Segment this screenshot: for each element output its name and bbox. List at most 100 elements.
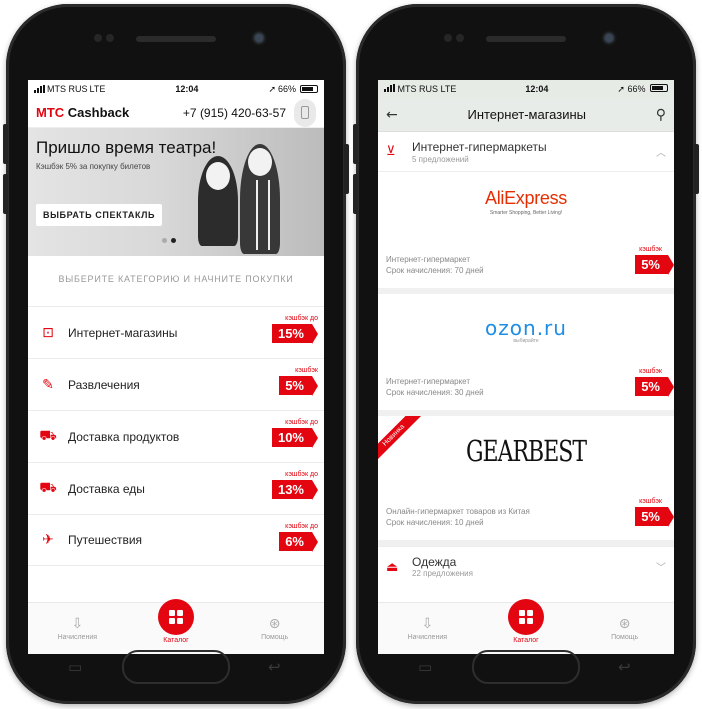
category-row-entertainment[interactable]: ✎ Развлечения кэшбэк 5% <box>28 358 324 410</box>
cashback-label: кэшбэк до <box>285 471 318 478</box>
tab-help[interactable]: ⊛ Помощь <box>235 616 315 641</box>
cashback-value: 5% <box>635 377 674 397</box>
store-info: Интернет-гипермаркет Срок начисления: 70… <box>386 254 484 276</box>
cashback-badge: кэшбэк до 10% <box>271 419 319 448</box>
section-text: Интернет-гипермаркеты 5 предложений <box>412 140 656 164</box>
back-icon[interactable]: ↩ <box>618 660 631 675</box>
tab-accruals[interactable]: ⇩ Начисления <box>37 616 117 641</box>
home-button[interactable] <box>472 650 580 684</box>
category-row-grocery-delivery[interactable]: ⛟ Доставка продуктов кэшбэк до 10% <box>28 410 324 462</box>
store-info: Интернет-гипермаркет Срок начисления: 30… <box>386 376 484 398</box>
location-icon: ➚ <box>617 83 625 94</box>
carrier: MTS RUS <box>47 84 88 94</box>
chevron-up-icon[interactable]: ︿ <box>656 144 666 159</box>
carousel-dots[interactable] <box>162 238 176 243</box>
cashback-value: 5% <box>279 376 318 396</box>
search-icon[interactable]: ⚲ <box>656 107 666 123</box>
battery-icon <box>650 83 668 92</box>
cashback-label: кэшбэк до <box>285 315 318 322</box>
section-text: Одежда 22 предложения <box>412 555 656 578</box>
store-type: Интернет-гипермаркет <box>386 377 471 386</box>
choose-show-button[interactable]: ВЫБРАТЬ СПЕКТАКЛЬ <box>36 204 163 226</box>
cashback-label: кэшбэк <box>639 246 662 253</box>
volume-button <box>3 174 8 214</box>
store-card-ozon[interactable]: ozon.ru выбирайте Интернет-гипермаркет С… <box>378 294 674 416</box>
basket-icon: ⊡ <box>42 324 54 341</box>
page-title: Интернет-магазины <box>467 107 586 122</box>
power-button <box>694 144 699 194</box>
back-arrow-icon[interactable]: ← <box>386 107 398 123</box>
network: LTE <box>89 84 106 94</box>
recent-apps-icon[interactable]: ▭ <box>68 660 82 675</box>
volume-button <box>353 124 358 164</box>
speaker-grille <box>486 36 566 42</box>
cashback-badge: кэшбэк 5% <box>635 368 674 397</box>
brand-name: Cashback <box>67 105 130 120</box>
gearbest-logo: GEARBEST <box>465 436 587 469</box>
location-icon: ➚ <box>268 83 276 94</box>
cashback-value: 5% <box>635 255 674 275</box>
cashback-label: кэшбэк до <box>285 419 318 426</box>
banner-face <box>248 148 272 176</box>
tab-label: Каталог <box>513 637 539 644</box>
hardware-bar: ▭ ↩ <box>6 646 346 686</box>
store-term: Срок начисления: 10 дней <box>386 518 484 527</box>
account-phone: +7 (915) 420-63-57 <box>183 98 316 127</box>
status-bar: MTS RUS LTE 12:04 ➚ 66% <box>28 80 324 98</box>
tab-catalog[interactable]: Каталог <box>486 599 566 644</box>
clock: 12:04 <box>525 84 549 94</box>
home-button[interactable] <box>122 650 230 684</box>
app-header: ← Интернет-магазины ⚲ <box>378 98 674 132</box>
section-name: Интернет-гипермаркеты <box>412 139 547 154</box>
banner-face <box>206 162 230 190</box>
store-card-gearbest[interactable]: Новинка GEARBEST Онлайн-гипермаркет това… <box>378 416 674 546</box>
truck-icon: ⛟ <box>39 479 57 496</box>
tab-accruals[interactable]: ⇩ Начисления <box>387 616 467 641</box>
sensor-dot <box>444 34 452 42</box>
cashback-badge: кэшбэк до 6% <box>279 523 318 552</box>
sensor-dot <box>94 34 102 42</box>
ozon-logo: ozon.ru <box>485 316 567 340</box>
lifebuoy-icon: ⊛ <box>268 616 281 632</box>
logo-tagline: Smarter Shopping, Better Living! <box>489 210 563 216</box>
category-row-travel[interactable]: ✈ Путешествия кэшбэк до 6% <box>28 514 324 566</box>
right-screen: MTS RUS LTE 12:04 ➚ 66% ← Интернет-магаз… <box>378 80 674 654</box>
battery-group: ➚ 66% <box>617 83 668 95</box>
category-row-online-stores[interactable]: ⊡ Интернет-магазины кэшбэк до 15% <box>28 306 324 358</box>
phone-icon[interactable] <box>294 98 316 127</box>
cashback-badge: кэшбэк до 15% <box>271 315 319 344</box>
speaker-grille <box>136 36 216 42</box>
battery-percent: 66% <box>627 83 646 94</box>
volume-button <box>3 124 8 164</box>
status-bar: MTS RUS LTE 12:04 ➚ 66% <box>378 80 674 98</box>
recent-apps-icon[interactable]: ▭ <box>418 660 432 675</box>
tab-label: Каталог <box>163 637 189 644</box>
category-hint: ВЫБЕРИТЕ КАТЕГОРИЮ И НАЧНИТЕ ПОКУПКИ <box>58 274 294 284</box>
section-count: 22 предложения <box>412 569 473 578</box>
store-card-aliexpress[interactable]: AliExpress Smarter Shopping, Better Livi… <box>378 172 674 294</box>
back-icon[interactable]: ↩ <box>268 660 281 675</box>
front-camera <box>251 30 267 46</box>
battery-icon <box>300 85 318 93</box>
carrier: MTS RUS <box>397 84 439 94</box>
tab-help[interactable]: ⊛ Помощь <box>585 616 665 641</box>
tab-catalog[interactable]: Каталог <box>136 599 216 644</box>
banner-title: Пришло время театра! <box>36 138 217 157</box>
section-name: Одежда <box>412 555 457 569</box>
chevron-down-icon[interactable]: ﹀ <box>656 559 666 574</box>
store-info: Онлайн-гипермаркет товаров из Китая Срок… <box>386 506 530 528</box>
sensor-dot <box>106 34 114 42</box>
tab-label: Помощь <box>261 634 289 641</box>
cashback-value: 15% <box>271 324 319 344</box>
section-count: 5 предложений <box>412 154 469 164</box>
cart-icon: ⊻ <box>386 144 396 159</box>
brand-logo[interactable]: МТС Cashback <box>36 105 129 120</box>
promo-banner[interactable]: Пришло время театра! Кэшбэк 5% за покупк… <box>28 128 324 256</box>
cashback-label: кэшбэк <box>295 367 318 374</box>
lifebuoy-icon: ⊛ <box>618 616 631 632</box>
section-hypermarkets[interactable]: ⊻ Интернет-гипермаркеты 5 предложений ︿ <box>378 132 674 172</box>
category-row-food-delivery[interactable]: ⛟ Доставка еды кэшбэк до 13% <box>28 462 324 514</box>
section-clothing[interactable]: ⏏ Одежда 22 предложения ﹀ <box>378 546 674 586</box>
hardware-bar: ▭ ↩ <box>356 646 696 686</box>
cashback-badge: кэшбэк до 13% <box>271 471 319 500</box>
